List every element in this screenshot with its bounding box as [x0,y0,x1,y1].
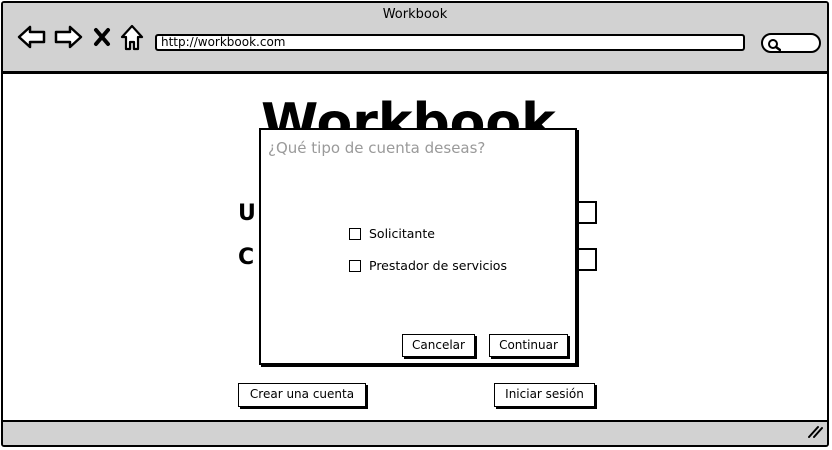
address-bar[interactable]: http://workbook.com [155,34,745,51]
option-label: Prestador de servicios [369,258,507,273]
option-label: Solicitante [369,226,435,241]
username-input[interactable] [577,201,597,224]
password-label: C [238,245,255,270]
login-button[interactable]: Iniciar sesión [494,383,595,407]
option-solicitante[interactable]: Solicitante [349,226,435,241]
cancel-button[interactable]: Cancelar [402,334,475,357]
account-type-dialog: ¿Qué tipo de cuenta deseas? Solicitante … [259,128,577,365]
back-arrow-icon[interactable] [17,25,47,53]
search-icon [767,37,782,56]
home-icon[interactable] [119,24,145,56]
password-input[interactable] [577,248,597,271]
status-bar [3,420,827,445]
browser-window: Workbook http://workbook.com Workbook U … [1,1,829,447]
search-field[interactable] [761,33,821,53]
forward-arrow-icon[interactable] [53,25,83,53]
resize-grip-icon[interactable] [807,423,823,442]
checkbox-solicitante[interactable] [349,228,361,240]
close-icon[interactable] [93,27,111,51]
dialog-title: ¿Qué tipo de cuenta deseas? [268,139,486,157]
username-label: U [238,201,256,226]
continue-button[interactable]: Continuar [489,334,568,357]
window-title: Workbook [382,7,448,22]
option-prestador[interactable]: Prestador de servicios [349,258,507,273]
checkbox-prestador[interactable] [349,260,361,272]
browser-toolbar: Workbook http://workbook.com [3,3,827,74]
create-account-button[interactable]: Crear una cuenta [238,383,366,407]
